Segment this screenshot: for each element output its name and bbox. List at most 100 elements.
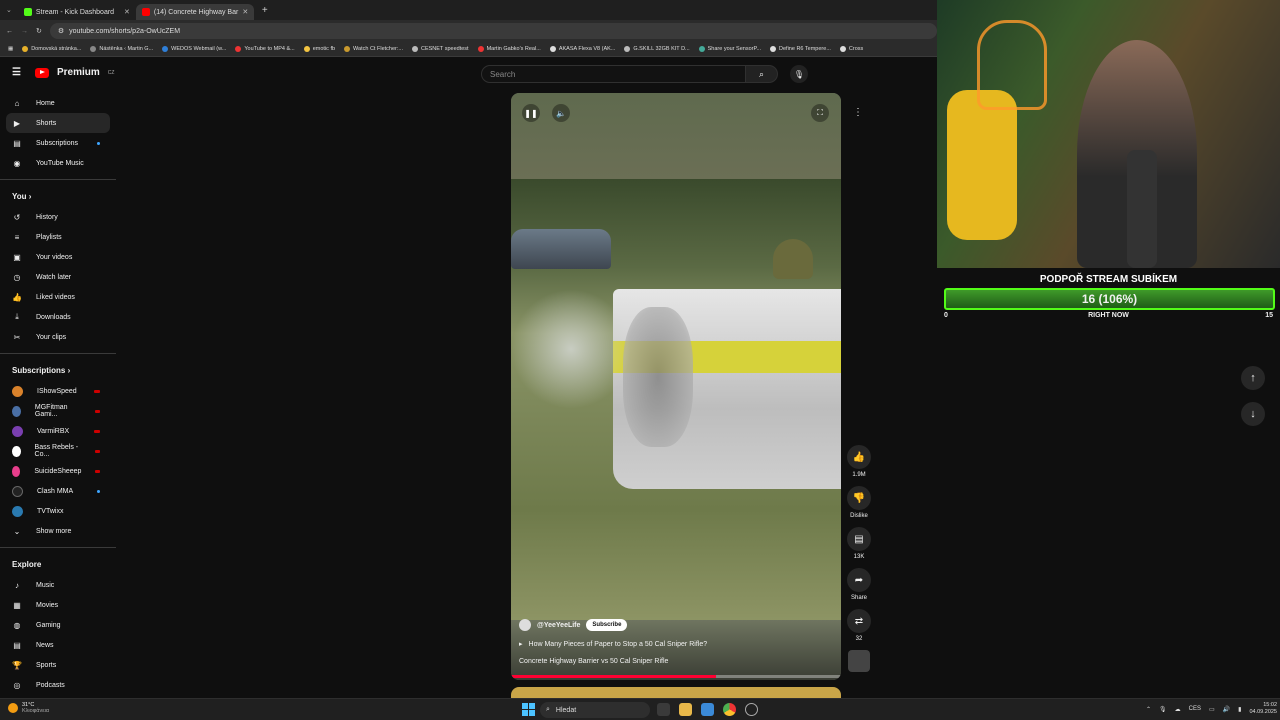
reload-icon[interactable]: ↻ [36,27,42,35]
youtube-logo[interactable]: ☰ Premium CZ [12,67,114,78]
progress-bar[interactable] [511,675,841,678]
previous-short-button[interactable]: ↑ [1241,366,1265,390]
bookmark[interactable]: Nástěnka ‹ Martin G... [90,46,153,52]
network-icon[interactable]: ▭ [1209,706,1215,713]
subscription-ishowspeed[interactable]: IShowSpeed [6,381,110,401]
new-tab-icon[interactable]: + [262,5,268,16]
sidebar-item-podcasts[interactable]: ◎ Podcasts [6,675,110,695]
sidebar-item-music[interactable]: ♪ Music [6,575,110,595]
your-videos-icon: ▣ [13,252,21,262]
avatar [12,485,23,497]
bookmark[interactable]: Domovská stránka... [22,46,81,52]
subscription-varmirbx[interactable]: VarmiRBX [6,421,110,441]
tab-menu-icon[interactable]: ⌄ [6,6,12,14]
fullscreen-button[interactable]: ⛶ [811,104,829,122]
remix-action[interactable]: ⇄ 32 [847,609,871,642]
onedrive-icon[interactable]: ☁ [1175,706,1181,713]
chrome-icon[interactable] [723,703,736,716]
section-you[interactable]: You › [0,180,116,207]
weather-widget[interactable]: 31°C Κλιοφάνεια [8,702,49,714]
more-options-button[interactable]: ⋮ [849,103,867,121]
play-icon: ▸ [519,641,523,648]
tab-kick-dashboard[interactable]: Stream - Kick Dashboard ✕ [18,4,136,20]
sidebar-item-playlists[interactable]: ≡ Playlists [6,227,110,247]
avatar [12,425,23,437]
related-video-link[interactable]: ▸ How Many Pieces of Paper to Stop a 50 … [519,640,707,649]
sidebar-item-shorts[interactable]: ▶ Shorts [6,113,110,133]
sidebar-item-downloads[interactable]: ⤓ Downloads [6,307,110,327]
sidebar-item-sports[interactable]: 🏆 Sports [6,655,110,675]
taskbar-search[interactable]: ⌕ Hledat [540,702,650,718]
url-field[interactable]: ⚙ youtube.com/shorts/p2a-OwUcZEM [49,23,937,39]
share-action[interactable]: ➦ Share [847,568,871,601]
sidebar-item-gaming[interactable]: ◍ Gaming [6,615,110,635]
microphone-tray-icon[interactable]: 🎙 [1159,706,1167,713]
sidebar-item-liked-videos[interactable]: 👍 Liked videos [6,287,110,307]
start-button[interactable] [522,703,535,716]
store-icon[interactable] [701,703,714,716]
bookmark[interactable]: CESNET speedtest [411,46,469,52]
close-tab-icon[interactable]: ✕ [242,8,248,16]
subscription-mgfitman[interactable]: MGFitman Gami... [6,401,110,421]
impact-crater [623,307,693,447]
subscription-suicidesheeep[interactable]: SuicideSheeep [6,461,110,481]
sidebar-item-your-clips[interactable]: ✂ Your clips [6,327,110,347]
forward-icon[interactable]: → [21,28,28,35]
file-explorer-icon[interactable] [679,703,692,716]
pause-button[interactable]: ❚❚ [522,104,540,122]
section-subscriptions[interactable]: Subscriptions › [0,354,116,381]
live-indicator-icon [95,449,100,453]
fullscreen-icon: ⛶ [817,108,823,117]
video-frame [511,179,841,620]
tab-youtube-short[interactable]: (14) Concrete Highway Bar ✕ [135,4,254,20]
dislike-action[interactable]: 👎 Dislike [847,486,871,519]
language-indicator[interactable]: CES [1189,706,1201,712]
next-short-button[interactable]: ↓ [1241,402,1265,426]
like-action[interactable]: 👍 1.9M [847,445,871,478]
show-more-button[interactable]: ⌄ Show more [6,521,110,541]
task-view-icon[interactable] [657,703,670,716]
channel-avatar[interactable] [519,619,531,631]
comments-action[interactable]: ▤ 13K [847,527,871,560]
subscription-tvtwixx[interactable]: TVTwixx [6,501,110,521]
subscription-clash-mma[interactable]: Clash MMA [6,481,110,501]
sidebar-item-history[interactable]: ↺ History [6,207,110,227]
channel-name[interactable]: @YeeYeeLife [537,622,580,629]
apps-icon[interactable]: ▦ [8,46,13,52]
battery-icon[interactable]: ▮ [1238,706,1241,713]
bookmark[interactable]: Share your SensorP... [698,46,761,52]
share-icon: ➦ [847,568,871,592]
sidebar-item-home[interactable]: ⌂ Home [6,93,110,113]
search-input[interactable]: Search [481,65,746,83]
sidebar-item-subscriptions[interactable]: ▤ Subscriptions [6,133,110,153]
sidebar-item-news[interactable]: ▤ News [6,635,110,655]
sidebar-item-your-videos[interactable]: ▣ Your videos [6,247,110,267]
volume-button[interactable]: 🔈 [552,104,570,122]
close-tab-icon[interactable]: ✕ [124,8,130,16]
bookmark[interactable]: AKASA Flexa V8 (AK... [549,46,615,52]
subscribe-button[interactable]: Subscribe [586,619,628,631]
sidebar-item-watch-later[interactable]: ◷ Watch later [6,267,110,287]
sidebar-item-movies[interactable]: ▦ Movies [6,595,110,615]
bookmark[interactable]: Martin Gabko's Real... [477,46,541,52]
bookmark[interactable]: G.SKILL 32GB KIT D... [624,46,690,52]
settings-icon[interactable] [745,703,758,716]
search-button[interactable]: ⌕ [746,65,778,83]
volume-tray-icon[interactable]: 🔊 [1223,706,1230,713]
chevron-up-icon[interactable]: ⌃ [1146,706,1151,713]
sidebar-item-youtube-music[interactable]: ◉ YouTube Music [6,153,110,173]
bookmark[interactable]: Define R6 Tempere... [770,46,831,52]
bookmark[interactable]: Cross [839,46,863,52]
clock[interactable]: 15:02 04.09.2025 [1249,702,1277,716]
site-info-icon[interactable]: ⚙ [58,27,64,35]
back-icon[interactable]: ← [6,28,13,35]
hamburger-menu-icon[interactable]: ☰ [12,67,21,78]
bookmark[interactable]: YouTube to MP4 &... [235,46,295,52]
bookmark[interactable]: WEDOS Webmail (w... [162,46,226,52]
sound-thumbnail[interactable] [848,650,870,672]
bookmark[interactable]: Watch Ct Fletcher:... [344,46,403,52]
subscription-bass-rebels[interactable]: Bass Rebels - Co... [6,441,110,461]
shorts-player[interactable]: ❚❚ 🔈 ⛶ @YeeYeeLife Subscribe ▸ How Many … [511,93,841,680]
bookmark[interactable]: emotic fb [303,46,335,52]
voice-search-button[interactable]: 🎙 [790,65,808,83]
